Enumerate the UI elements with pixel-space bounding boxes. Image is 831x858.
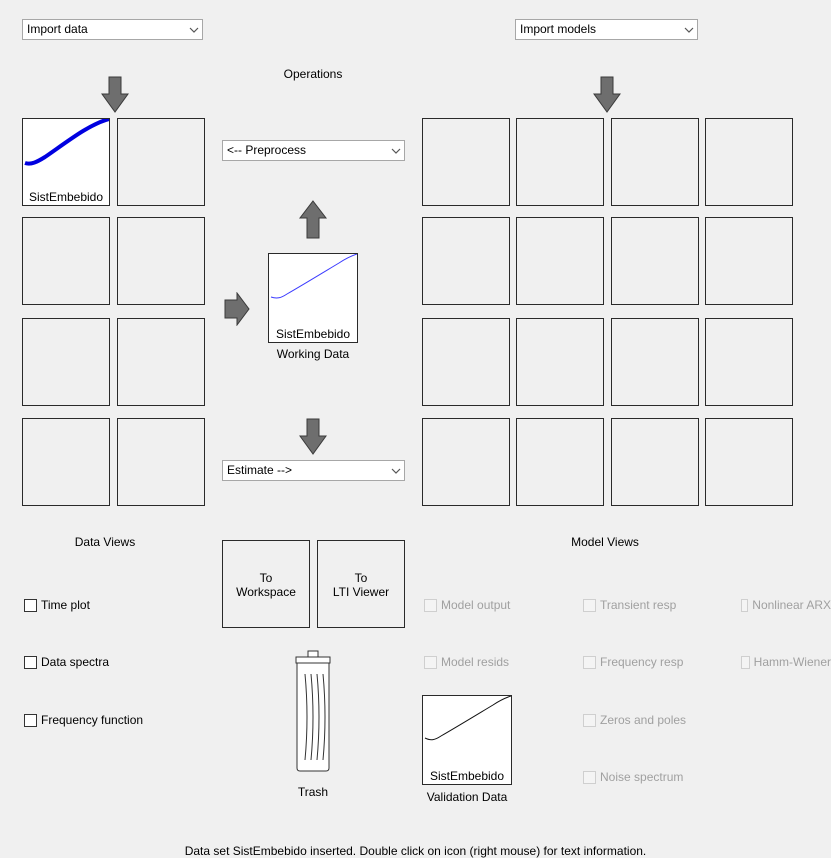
checkbox-label: Nonlinear ARX: [752, 598, 831, 612]
estimate-dropdown[interactable]: Estimate -->: [222, 460, 405, 481]
to-workspace-button[interactable]: To Workspace: [222, 540, 310, 628]
validation-data-icon-label: SistEmbebido: [429, 769, 505, 783]
zeros-and-poles-checkbox[interactable]: Zeros and poles: [583, 712, 686, 728]
model-output-checkbox[interactable]: Model output: [424, 597, 510, 613]
preprocess-dropdown[interactable]: <-- Preprocess: [222, 140, 405, 161]
nonlinear-arx-checkbox[interactable]: Nonlinear ARX: [741, 597, 831, 613]
checkbox-label: Time plot: [41, 598, 90, 612]
data-board-slot[interactable]: [22, 318, 110, 406]
data-icon-label: SistEmbebido: [28, 190, 104, 204]
import-data-value: Import data: [27, 22, 88, 36]
model-resids-checkbox[interactable]: Model resids: [424, 654, 509, 670]
model-board-slot[interactable]: [611, 418, 699, 506]
import-models-dropdown[interactable]: Import models: [515, 19, 698, 40]
working-data-caption: Working Data: [276, 347, 350, 361]
data-board-slot[interactable]: [117, 217, 205, 305]
to-workspace-line2: Workspace: [236, 585, 296, 599]
model-board-slot[interactable]: [422, 217, 510, 305]
transient-resp-checkbox[interactable]: Transient resp: [583, 597, 676, 613]
checkbox-box[interactable]: [583, 770, 596, 784]
model-board-slot[interactable]: [705, 118, 793, 206]
chevron-down-icon: [680, 20, 697, 39]
model-board-slot[interactable]: [516, 217, 604, 305]
trash-icon[interactable]: [291, 650, 335, 772]
model-board-slot[interactable]: [516, 318, 604, 406]
model-board-slot[interactable]: [422, 418, 510, 506]
checkbox-label: Zeros and poles: [600, 713, 687, 727]
working-data-icon-label: SistEmbebido: [275, 327, 351, 341]
import-models-value: Import models: [520, 22, 597, 36]
checkbox-box[interactable]: [424, 655, 437, 669]
noise-spectrum-checkbox[interactable]: Noise spectrum: [583, 769, 683, 785]
frequency-function-checkbox[interactable]: Frequency function: [24, 712, 143, 728]
checkbox-box[interactable]: [741, 598, 749, 612]
checkbox-label: Transient resp: [600, 598, 677, 612]
checkbox-box[interactable]: [24, 713, 37, 727]
data-views-title: Data Views: [74, 535, 136, 549]
hamm-wiener-checkbox[interactable]: Hamm-Wiener: [741, 654, 831, 670]
checkbox-box[interactable]: [741, 655, 750, 669]
checkbox-box[interactable]: [424, 598, 437, 612]
chevron-down-icon: [387, 461, 404, 480]
checkbox-label: Noise spectrum: [600, 770, 684, 784]
validation-data-caption: Validation Data: [426, 790, 508, 804]
checkbox-label: Model output: [441, 598, 511, 612]
data-board-slot-sistembebido[interactable]: SistEmbebido: [22, 118, 110, 206]
estimate-value: Estimate -->: [227, 463, 293, 477]
model-views-title: Model Views: [571, 535, 639, 549]
model-board-slot[interactable]: [705, 418, 793, 506]
up-arrow-icon: [298, 200, 328, 239]
preprocess-value: <-- Preprocess: [227, 143, 307, 157]
operations-title: Operations: [283, 67, 343, 81]
model-board-slot[interactable]: [705, 217, 793, 305]
model-board-slot[interactable]: [422, 318, 510, 406]
model-board-slot[interactable]: [611, 118, 699, 206]
data-board-slot[interactable]: [22, 217, 110, 305]
checkbox-label: Data spectra: [41, 655, 110, 669]
model-board-slot[interactable]: [705, 318, 793, 406]
checkbox-box[interactable]: [583, 655, 596, 669]
time-plot-checkbox[interactable]: Time plot: [24, 597, 90, 613]
data-board-slot[interactable]: [117, 418, 205, 506]
data-spectra-checkbox[interactable]: Data spectra: [24, 654, 109, 670]
data-board-slot[interactable]: [117, 118, 205, 206]
working-data-icon[interactable]: SistEmbebido: [268, 253, 358, 343]
model-board-slot[interactable]: [611, 217, 699, 305]
down-arrow-icon: [299, 418, 327, 455]
to-workspace-line1: To: [259, 571, 273, 585]
model-board-slot[interactable]: [611, 318, 699, 406]
import-data-dropdown[interactable]: Import data: [22, 19, 203, 40]
to-lti-viewer-button[interactable]: To LTI Viewer: [317, 540, 405, 628]
data-board-slot[interactable]: [117, 318, 205, 406]
checkbox-box[interactable]: [24, 655, 37, 669]
chevron-down-icon: [387, 141, 404, 160]
down-arrow-icon: [101, 76, 129, 113]
checkbox-box[interactable]: [583, 713, 596, 727]
checkbox-label: Frequency function: [41, 713, 144, 727]
data-board-slot[interactable]: [22, 418, 110, 506]
validation-data-icon[interactable]: SistEmbebido: [422, 695, 512, 785]
trash-label: Trash: [297, 785, 329, 799]
model-board-slot[interactable]: [422, 118, 510, 206]
down-arrow-icon: [593, 76, 621, 113]
checkbox-label: Model resids: [441, 655, 510, 669]
model-board-slot[interactable]: [516, 118, 604, 206]
checkbox-box[interactable]: [24, 598, 37, 612]
frequency-resp-checkbox[interactable]: Frequency resp: [583, 654, 683, 670]
checkbox-label: Hamm-Wiener: [753, 655, 831, 669]
checkbox-box[interactable]: [583, 598, 596, 612]
to-lti-line2: LTI Viewer: [332, 585, 390, 599]
to-lti-line1: To: [354, 571, 368, 585]
checkbox-label: Frequency resp: [600, 655, 684, 669]
chevron-down-icon: [185, 20, 202, 39]
model-board-slot[interactable]: [516, 418, 604, 506]
right-arrow-icon: [224, 292, 250, 326]
status-message: Data set SistEmbebido inserted. Double c…: [184, 844, 647, 858]
